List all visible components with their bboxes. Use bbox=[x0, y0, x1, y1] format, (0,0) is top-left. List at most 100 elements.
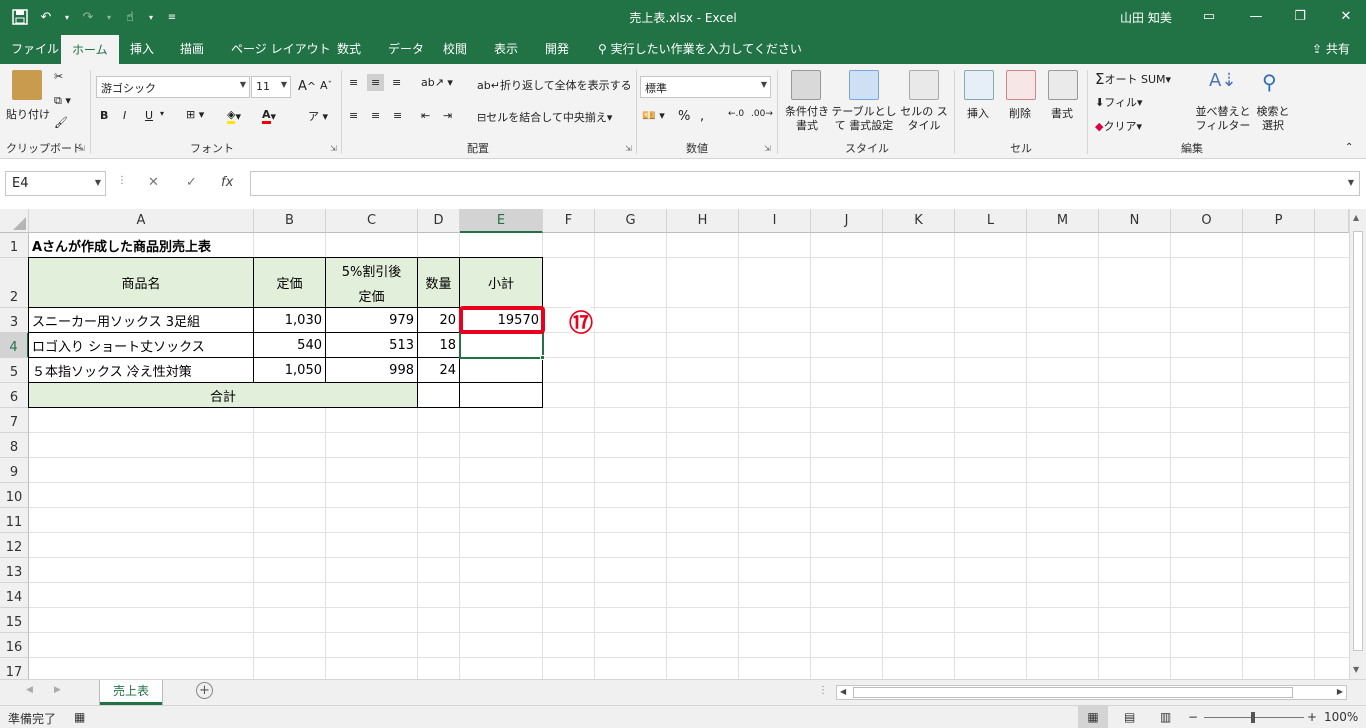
column-header-d[interactable]: D bbox=[418, 209, 460, 233]
dialog-launcher-icon[interactable]: ⇲ bbox=[330, 144, 337, 153]
shrink-font-icon[interactable]: Aˇ bbox=[320, 79, 332, 92]
header-cell-subtotal[interactable]: 小計 bbox=[460, 258, 542, 307]
column-header-k[interactable]: K bbox=[883, 209, 955, 233]
cell-d3[interactable]: 20 bbox=[418, 308, 459, 332]
row-header-10[interactable]: 10 bbox=[0, 483, 29, 508]
share-button[interactable]: ⇪ 共有 bbox=[1312, 40, 1350, 57]
cell-d5[interactable]: 24 bbox=[418, 358, 459, 382]
dialog-launcher-icon[interactable]: ⇲ bbox=[625, 144, 632, 153]
column-header-f[interactable]: F bbox=[543, 209, 595, 233]
phonetic-icon[interactable]: ア ▾ bbox=[308, 108, 328, 124]
row-header-5[interactable]: 5 bbox=[0, 358, 29, 383]
font-size-select[interactable]: 11 ▼ bbox=[251, 76, 291, 98]
merge-center-button[interactable]: ⊟ セルを結合して中央揃え ▾ bbox=[477, 109, 612, 125]
formula-input[interactable]: ▼ bbox=[250, 171, 1360, 196]
sheet-title-cell[interactable]: Aさんが作成した商品別売上表 bbox=[29, 233, 389, 257]
format-button[interactable]: 書式 bbox=[1051, 105, 1073, 121]
row-header-6[interactable]: 6 bbox=[0, 383, 29, 408]
cancel-icon[interactable]: ✕ bbox=[148, 175, 159, 190]
paste-icon[interactable] bbox=[12, 70, 42, 100]
tab-insert[interactable]: 挿入 bbox=[130, 40, 154, 57]
row-header-16[interactable]: 16 bbox=[0, 633, 29, 658]
column-header-m[interactable]: M bbox=[1027, 209, 1099, 233]
tab-scroll-right-icon[interactable]: ▶ bbox=[54, 685, 61, 695]
header-cell-price[interactable]: 定価 bbox=[254, 258, 325, 307]
cell-e6[interactable] bbox=[460, 383, 542, 407]
fill-color-icon[interactable]: ◈ ▾ bbox=[227, 108, 241, 124]
column-header-g[interactable]: G bbox=[595, 209, 667, 233]
grow-font-icon[interactable]: A ^ bbox=[298, 79, 316, 94]
align-center-icon[interactable]: ≡ bbox=[371, 109, 380, 122]
cell-c3[interactable]: 979 bbox=[326, 308, 417, 332]
percent-style-icon[interactable]: % bbox=[678, 109, 690, 124]
collapse-ribbon-icon[interactable]: ⌃ bbox=[1345, 142, 1353, 153]
fill-handle[interactable] bbox=[540, 355, 545, 360]
cell-styles-button[interactable]: セルの スタイル bbox=[897, 105, 951, 133]
zoom-level[interactable]: 100% bbox=[1324, 710, 1358, 724]
copy-icon[interactable]: ⧉ ▾ bbox=[54, 94, 71, 108]
align-left-icon[interactable]: ≡ bbox=[349, 109, 358, 122]
sheet-tab-sales[interactable]: 売上表 bbox=[100, 680, 162, 705]
format-as-table-button[interactable]: テーブルとして 書式設定 bbox=[831, 105, 897, 133]
row-header-15[interactable]: 15 bbox=[0, 608, 29, 633]
cell-styles-icon[interactable] bbox=[909, 70, 939, 100]
select-all-button[interactable] bbox=[0, 209, 29, 233]
column-header-c[interactable]: C bbox=[326, 209, 418, 233]
row-header-1[interactable]: 1 bbox=[0, 233, 29, 258]
number-format-select[interactable]: 標準 ▼ bbox=[640, 76, 771, 98]
cell-c4[interactable]: 513 bbox=[326, 333, 417, 357]
row-header-8[interactable]: 8 bbox=[0, 433, 29, 458]
format-painter-icon[interactable]: 🖌 bbox=[54, 116, 68, 129]
insert-button[interactable]: 挿入 bbox=[967, 105, 989, 121]
conditional-format-icon[interactable] bbox=[791, 70, 821, 100]
header-cell-quantity[interactable]: 数量 bbox=[418, 258, 459, 307]
format-cells-icon[interactable] bbox=[1048, 70, 1078, 100]
header-cell-product[interactable]: 商品名 bbox=[29, 258, 253, 307]
underline-button[interactable]: U bbox=[145, 109, 153, 122]
cell-e5[interactable] bbox=[460, 358, 542, 382]
column-header-n[interactable]: N bbox=[1099, 209, 1171, 233]
font-name-select[interactable]: 游ゴシック ▼ bbox=[96, 76, 250, 98]
insert-cells-icon[interactable] bbox=[964, 70, 994, 100]
orientation-icon[interactable]: ab↗ ▾ bbox=[421, 76, 453, 89]
sort-filter-button[interactable]: 並べ替えと フィルター bbox=[1191, 105, 1255, 133]
splitter-icon[interactable]: ⋮ bbox=[818, 685, 828, 696]
wrap-text-button[interactable]: ab↵ 折り返して全体を表示する bbox=[477, 77, 632, 93]
macro-record-icon[interactable]: ▦ bbox=[74, 710, 85, 724]
align-middle-icon[interactable]: ≡ bbox=[367, 74, 385, 91]
row-header-12[interactable]: 12 bbox=[0, 533, 29, 558]
row-header-7[interactable]: 7 bbox=[0, 408, 29, 433]
tab-data[interactable]: データ bbox=[388, 40, 424, 57]
chevron-down-icon[interactable]: ▾ bbox=[160, 109, 164, 118]
fill-button[interactable]: ⬇ フィル ▾ bbox=[1095, 94, 1143, 110]
horizontal-scroll-thumb[interactable] bbox=[853, 687, 1293, 698]
page-break-view-icon[interactable]: ▥ bbox=[1160, 710, 1171, 724]
cell-d4[interactable]: 18 bbox=[418, 333, 459, 357]
tab-draw[interactable]: 描画 bbox=[180, 40, 204, 57]
row-header-13[interactable]: 13 bbox=[0, 558, 29, 583]
paste-button[interactable]: 貼り付け bbox=[6, 106, 50, 122]
increase-decimal-icon[interactable]: ←.0 bbox=[728, 109, 744, 119]
tab-developer[interactable]: 開発 bbox=[545, 40, 569, 57]
horizontal-scrollbar[interactable]: ◀ ▶ bbox=[836, 685, 1347, 700]
cut-icon[interactable]: ✂ bbox=[54, 70, 63, 83]
tab-view[interactable]: 表示 bbox=[494, 40, 518, 57]
cell-a5[interactable]: ５本指ソックス 冷え性対策 bbox=[29, 358, 253, 382]
page-layout-view-icon[interactable]: ▤ bbox=[1124, 710, 1135, 724]
name-box[interactable]: E4 ▼ bbox=[5, 171, 106, 196]
column-header-e[interactable]: E bbox=[460, 209, 543, 233]
row-header-14[interactable]: 14 bbox=[0, 583, 29, 608]
row-header-2[interactable]: 2 bbox=[0, 258, 29, 308]
column-header-p[interactable]: P bbox=[1243, 209, 1315, 233]
accounting-format-icon[interactable]: 💴 ▾ bbox=[642, 109, 665, 122]
autosum-button[interactable]: Σ オート SUM ▾ bbox=[1095, 70, 1171, 88]
cell-a4[interactable]: ロゴ入り ショート丈ソックス bbox=[29, 333, 253, 357]
find-select-button[interactable]: 検索と 選択 bbox=[1251, 105, 1295, 133]
format-table-icon[interactable] bbox=[849, 70, 879, 100]
tab-page-layout[interactable]: ページ レイアウト bbox=[231, 40, 331, 57]
normal-view-icon[interactable]: ▦ bbox=[1078, 706, 1108, 728]
total-label-cell[interactable]: 合計 bbox=[29, 383, 417, 407]
increase-indent-icon[interactable]: ⇥ bbox=[443, 109, 452, 122]
decrease-indent-icon[interactable]: ⇤ bbox=[421, 109, 430, 122]
cell-a3[interactable]: スニーカー用ソックス 3足組 bbox=[29, 308, 253, 332]
